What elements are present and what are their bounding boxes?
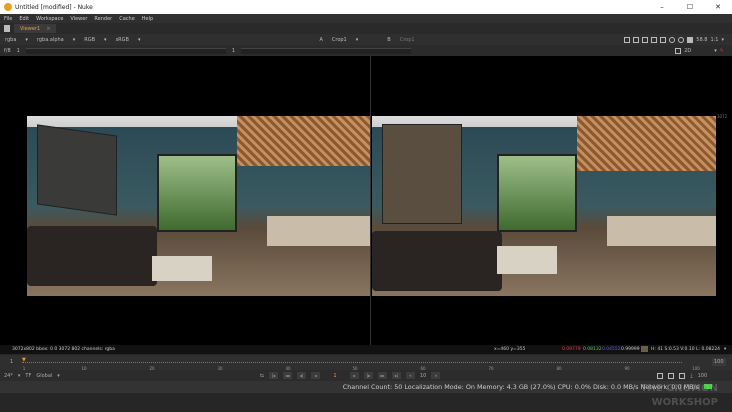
zoom-percent[interactable]: 58.8 xyxy=(696,37,707,43)
image-width-label: 3072 xyxy=(717,114,728,119)
gamma-value[interactable]: 1 xyxy=(232,48,235,54)
refresh-icon[interactable] xyxy=(669,36,676,43)
step-back-button[interactable]: « xyxy=(406,372,415,379)
prev-frame-button[interactable]: ◂| xyxy=(297,372,306,379)
tf-dropdown[interactable]: TF xyxy=(25,373,31,379)
blue-value: 0.04552 xyxy=(602,347,621,352)
cache-icon[interactable] xyxy=(668,372,675,379)
download-icon[interactable]: ⤓ xyxy=(690,373,692,379)
end-frame[interactable]: 100 xyxy=(698,373,708,379)
channels-dropdown[interactable]: rgba xyxy=(5,37,16,43)
timeline[interactable]: 1 ▼ 1 10 20 30 40 50 60 70 80 90 100 100 xyxy=(0,355,732,371)
menu-workspace[interactable]: Workspace xyxy=(36,16,63,22)
next-frame-button[interactable]: |▸ xyxy=(364,372,373,379)
tab-viewer1[interactable]: Viewer1 × xyxy=(14,24,57,33)
ratio-dropdown[interactable]: 1:1 xyxy=(710,37,718,43)
menu-help[interactable]: Help xyxy=(142,16,153,22)
window-title: Untitled [modified] - Nuke xyxy=(15,3,93,11)
step-forward-button[interactable]: » xyxy=(431,372,441,379)
current-frame[interactable]: 1 xyxy=(325,373,345,379)
play-backward-button[interactable]: ◂ xyxy=(311,372,320,379)
loop-icon[interactable]: ⇆ xyxy=(260,373,264,379)
menu-viewer[interactable]: Viewer xyxy=(70,16,87,22)
menu-cache[interactable]: Cache xyxy=(119,16,135,22)
minimize-button[interactable]: – xyxy=(648,0,676,14)
roi-icon[interactable] xyxy=(624,36,631,43)
paint-icon[interactable]: ✎ xyxy=(720,48,724,54)
playback-controls: 24* ▾ TF Global ▾ ⇆ |◂ ◂◂ ◂| ◂ 1 ▸ |▸ ▸▸ ▸… xyxy=(0,370,732,381)
menu-render[interactable]: Render xyxy=(94,16,112,22)
colorspace-dropdown[interactable]: sRGB xyxy=(116,37,129,43)
title-bar: Untitled [modified] - Nuke – ☐ ✕ xyxy=(0,0,732,14)
menu-bar: File Edit Workspace Viewer Render Cache … xyxy=(0,14,732,23)
viewer-toolbar-2: f/8 1 1 2D ▾ ✎ xyxy=(0,45,732,56)
first-frame-button[interactable]: |◂ xyxy=(269,372,278,379)
view-mode-dropdown[interactable]: 2D xyxy=(684,48,691,54)
clip-icon[interactable] xyxy=(660,36,667,43)
viewer-canvas[interactable]: 3072 xyxy=(0,56,732,345)
close-button[interactable]: ✕ xyxy=(704,0,732,14)
last-frame-button[interactable]: ▸| xyxy=(392,372,401,379)
region-icon[interactable] xyxy=(675,47,682,54)
input-b-dropdown[interactable]: Crop1 xyxy=(400,37,415,43)
red-value: 0.09779 xyxy=(562,347,581,352)
maximize-button[interactable]: ☐ xyxy=(676,0,704,14)
step-value[interactable]: 10 xyxy=(420,373,426,379)
input-b-label: B xyxy=(387,36,391,43)
wipe-icon[interactable] xyxy=(633,36,640,43)
cursor-coords: x=460 y=355 xyxy=(494,347,526,352)
gain-value[interactable]: 1 xyxy=(17,48,20,54)
format-info: 3072x802 bbox: 0 0 3072 802 channels: rg… xyxy=(12,347,115,352)
hsvl-values: H: 41 S:0.53 V:0.10 L: 0.08224 xyxy=(651,347,721,352)
proxy-icon[interactable] xyxy=(678,36,685,43)
prev-keyframe-button[interactable]: ◂◂ xyxy=(283,372,292,379)
scope-dropdown[interactable]: Global xyxy=(36,373,52,379)
tab-label: Viewer1 xyxy=(20,25,41,32)
flipbook-icon[interactable] xyxy=(657,372,664,379)
play-forward-button[interactable]: ▸ xyxy=(350,372,359,379)
color-swatch xyxy=(641,346,648,352)
alpha-value: 0.99999 xyxy=(621,347,640,352)
fstop-value[interactable]: f/8 xyxy=(4,48,11,54)
viewer-toolbar: rgba ▾ rgba.alpha ▾ RGB ▾ sRGB ▾ A Crop1 ▾ B … xyxy=(0,34,732,45)
pause-icon[interactable] xyxy=(687,36,694,43)
playhead-icon[interactable]: ▼ xyxy=(22,357,26,363)
input-a-label: A xyxy=(319,36,323,43)
wipe-handle[interactable] xyxy=(370,56,371,345)
alpha-dropdown[interactable]: rgba.alpha xyxy=(37,37,64,43)
green-value: 0.08132 xyxy=(583,347,602,352)
lock-icon[interactable] xyxy=(679,372,686,379)
checker-icon[interactable] xyxy=(642,36,649,43)
timeline-start[interactable]: 1 xyxy=(10,359,13,365)
menu-edit[interactable]: Edit xyxy=(19,16,29,22)
watermark: THE GNOMON WORKSHOP xyxy=(640,383,718,408)
gamma-slider[interactable] xyxy=(241,47,412,54)
menu-file[interactable]: File xyxy=(4,16,12,22)
nuke-logo-icon xyxy=(4,3,12,11)
gain-slider[interactable] xyxy=(25,47,226,54)
timeline-end[interactable]: 100 xyxy=(712,358,726,366)
next-keyframe-button[interactable]: ▸▸ xyxy=(378,372,387,379)
overlay-icon[interactable] xyxy=(651,36,658,43)
info-menu-icon[interactable]: ▾ xyxy=(724,347,726,352)
input-a-dropdown[interactable]: Crop1 xyxy=(332,37,347,43)
tab-bar: Viewer1 × xyxy=(0,23,732,34)
image-input-b xyxy=(372,116,716,296)
image-input-a xyxy=(27,116,370,296)
display-channel-dropdown[interactable]: RGB xyxy=(84,37,95,43)
viewer-info-bar: 3072x802 bbox: 0 0 3072 802 channels: rg… xyxy=(0,345,732,354)
pane-menu-icon[interactable] xyxy=(4,25,10,32)
tab-close-icon[interactable]: × xyxy=(46,26,50,32)
fps-dropdown[interactable]: 24* xyxy=(4,373,13,379)
